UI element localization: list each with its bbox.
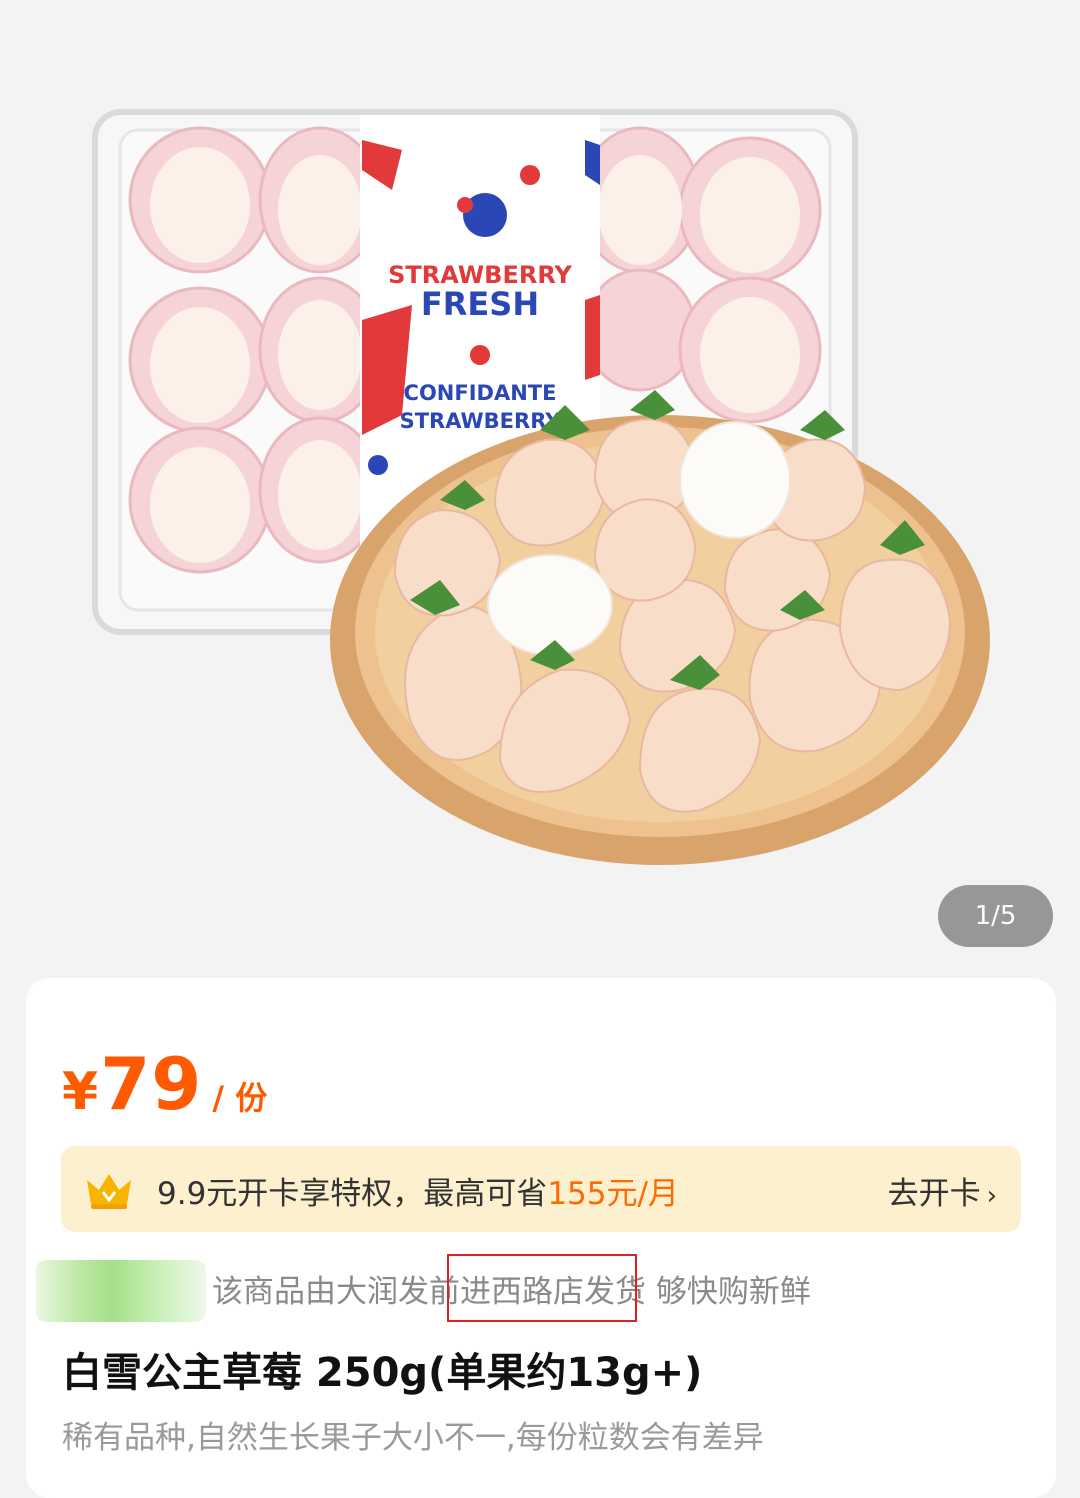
- product-subtitle: 稀有品种,自然生长果子大小不一,每份粒数会有差异: [62, 1420, 764, 1456]
- membership-text: 9.9元开卡享特权，最高可省155元/月: [157, 1168, 679, 1213]
- product-info-card: ¥ 79 / 份 9.9元开卡享特权，最高可省155元/月 去开卡 › 该商品由大…: [26, 978, 1056, 1498]
- open-card-button[interactable]: 去开卡 ›: [888, 1168, 997, 1213]
- price-unit: / 份: [212, 1079, 268, 1117]
- membership-highlight: 155元/月: [547, 1176, 679, 1212]
- shipping-prefix: 该商品由大润发: [212, 1274, 429, 1310]
- package-label-4: STRAWBERRY: [400, 409, 562, 433]
- highlight-box: [447, 1254, 637, 1322]
- package-label-3: CONFIDANTE: [404, 381, 557, 405]
- membership-banner[interactable]: 9.9元开卡享特权，最高可省155元/月 去开卡 ›: [61, 1146, 1021, 1232]
- open-card-label: 去开卡: [887, 1176, 981, 1212]
- product-image[interactable]: STRAWBERRY FRESH CONFIDANTE STRAWBERRY: [0, 0, 1080, 980]
- package-label-2: FRESH: [421, 285, 539, 323]
- membership-text-prefix: 9.9元开卡享特权，最高可省: [157, 1176, 548, 1212]
- price-value: 79: [100, 1042, 203, 1126]
- price-symbol: ¥: [62, 1062, 99, 1122]
- crown-icon: [87, 1174, 131, 1209]
- chevron-right-icon: ›: [986, 1181, 997, 1211]
- blurred-tag: [36, 1260, 206, 1322]
- product-title: 白雪公主草莓 250g(单果约13g+): [62, 1350, 703, 1396]
- price: ¥ 79 / 份: [62, 1042, 267, 1126]
- image-pager-indicator: 1/5: [938, 885, 1053, 947]
